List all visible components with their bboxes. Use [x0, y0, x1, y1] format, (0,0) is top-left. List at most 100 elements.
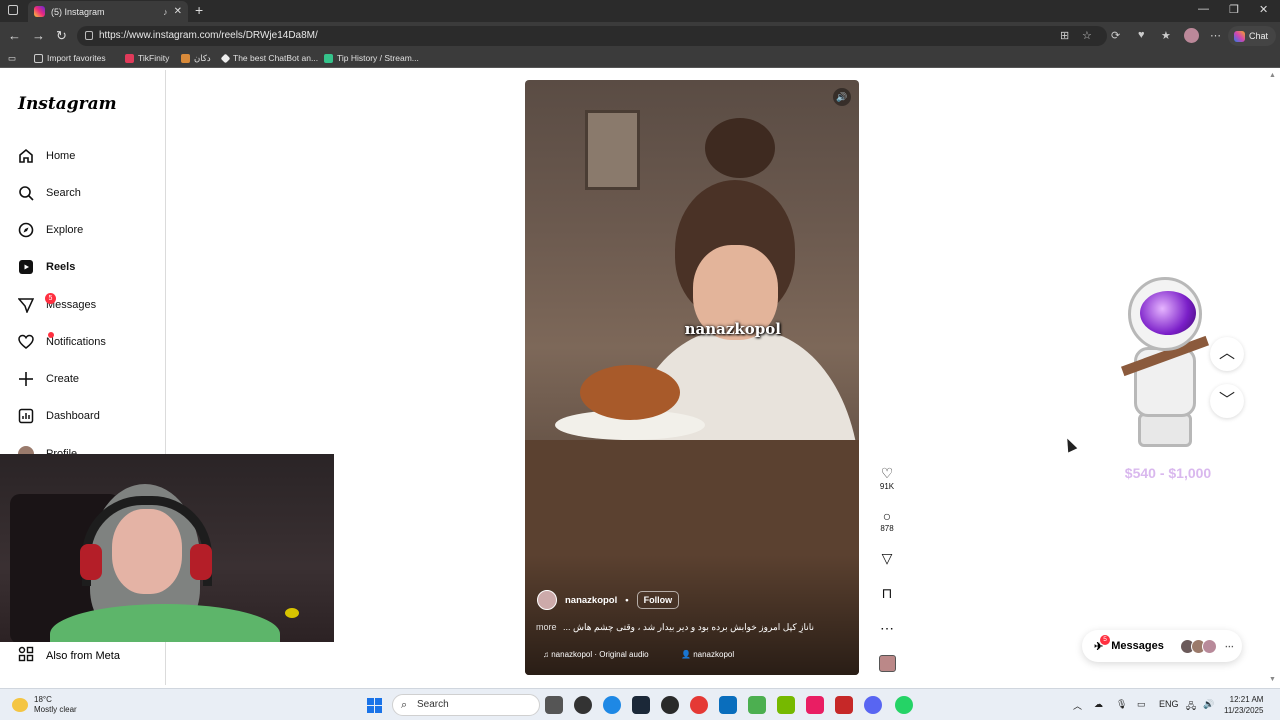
comment-button[interactable]: ○ 878 — [875, 508, 899, 533]
messenger-icon — [17, 297, 35, 315]
search-icon — [18, 185, 34, 201]
mute-toggle-icon[interactable]: 🔊 — [833, 88, 851, 106]
tiktok-live-icon[interactable] — [806, 696, 824, 714]
bookmark-chatbot[interactable]: The best ChatBot an... — [220, 53, 318, 63]
taskbar-search[interactable]: ⌕ Search — [392, 694, 540, 716]
app-icon[interactable] — [748, 696, 766, 714]
previous-reel-button[interactable]: ︿ — [1210, 337, 1244, 371]
sidebar-item-messages[interactable]: 5 Messages — [17, 293, 96, 315]
sidebar-item-create[interactable]: Create — [18, 371, 79, 387]
copilot-chat-button[interactable]: Chat — [1228, 26, 1276, 46]
sidebar-item-label: Home — [46, 150, 76, 162]
sidebar-item-dashboard[interactable]: Dashboard — [18, 408, 100, 424]
app-available-icon[interactable]: ⊞ — [1060, 29, 1069, 42]
app-icon[interactable] — [835, 696, 853, 714]
webcam-headset-ear — [190, 544, 212, 580]
task-view-icon[interactable] — [545, 696, 563, 714]
sidebar-item-home[interactable]: Home — [18, 148, 75, 164]
sidebar-item-search[interactable]: Search — [18, 185, 81, 201]
back-button[interactable]: ← — [8, 28, 21, 43]
bookmark-import-favorites[interactable]: Import favorites — [34, 53, 106, 63]
obs-icon[interactable] — [574, 696, 592, 714]
show-hidden-icons[interactable]: ︿ — [1073, 699, 1082, 712]
edge-icon[interactable] — [603, 696, 621, 714]
bookmarks-bar: ▭ Import favorites TikFinity دکان The be… — [0, 50, 1280, 68]
share-button[interactable]: ▽ — [875, 550, 899, 567]
sidebar-item-also-from-meta[interactable]: Also from Meta — [18, 646, 120, 665]
language-indicator[interactable]: ENG — [1159, 699, 1179, 709]
tagged-username: nanazkopol — [693, 650, 735, 659]
messages-pill-button[interactable]: ✈ 5 Messages ⋯ — [1082, 630, 1242, 662]
onedrive-icon[interactable]: ☁ — [1094, 699, 1103, 710]
discord-icon[interactable] — [864, 696, 882, 714]
app-icon[interactable] — [661, 696, 679, 714]
refresh-button[interactable]: ↻ — [56, 28, 67, 44]
weather-text: 18°C Mostly clear — [34, 695, 77, 715]
plus-icon — [18, 371, 34, 387]
url-input[interactable]: https://www.instagram.com/reels/DRWje14D… — [77, 26, 1107, 46]
store-icon[interactable] — [719, 696, 737, 714]
sidebar-item-explore[interactable]: Explore — [18, 222, 83, 238]
reel-video[interactable]: nanazkopol 🔊 nanazkopol • Follow more ..… — [525, 80, 859, 675]
instagram-logo[interactable]: Instagram — [18, 94, 117, 114]
performance-icon[interactable]: ♥ — [1138, 29, 1145, 41]
reel-author: nanazkopol • Follow — [537, 590, 680, 610]
url-text: https://www.instagram.com/reels/DRWje14D… — [99, 30, 318, 41]
tab-audio-icon[interactable]: ♪ — [163, 7, 168, 17]
tab-actions-icon[interactable] — [8, 5, 18, 15]
author-avatar[interactable] — [537, 590, 557, 610]
author-username[interactable]: nanazkopol — [565, 595, 617, 606]
maximize-button[interactable]: ❐ — [1229, 3, 1239, 16]
browser-tab-instagram[interactable]: (5) Instagram ♪ ✕ — [28, 1, 188, 22]
whatsapp-icon[interactable] — [895, 696, 913, 714]
start-button[interactable] — [367, 698, 382, 713]
network-icon[interactable]: 🖧 — [1186, 699, 1196, 715]
follow-button[interactable]: Follow — [636, 591, 680, 609]
volume-icon[interactable]: 🔊 — [1203, 699, 1214, 710]
display-icon[interactable]: ▭ — [1137, 699, 1146, 710]
webcam-overlay — [0, 454, 334, 642]
weather-condition: Mostly clear — [34, 705, 77, 714]
weather-widget[interactable]: 18°C Mostly clear — [12, 695, 77, 715]
scroll-up-arrow[interactable]: ▲ — [1269, 72, 1276, 79]
favorite-star-icon[interactable]: ☆ — [1082, 29, 1092, 42]
sidebar-item-notifications[interactable]: Notifications — [18, 332, 106, 350]
site-info-icon[interactable] — [85, 31, 93, 40]
reel-audio-link[interactable]: ♫ nanazkopol · Original audio — [543, 650, 649, 659]
bookmark-tip-history[interactable]: Tip History / Stream... — [324, 53, 419, 63]
chrome-icon[interactable] — [690, 696, 708, 714]
steam-icon[interactable] — [632, 696, 650, 714]
comment-icon: ○ — [882, 508, 892, 524]
close-tab-icon[interactable]: ✕ — [174, 6, 182, 17]
more-icon: ⋯ — [1224, 640, 1234, 651]
webcam-headset-ear — [80, 544, 102, 580]
taskbar-clock[interactable]: 12:21 AM 11/23/2025 — [1224, 694, 1263, 716]
sidebar-item-reels[interactable]: Reels — [18, 259, 75, 275]
bookmark-tikfinity[interactable]: TikFinity — [125, 53, 169, 63]
caption-more[interactable]: more — [536, 622, 557, 632]
windows-logo-pane — [375, 698, 382, 705]
favorites-icon[interactable]: ★ — [1161, 29, 1171, 42]
new-tab-button[interactable]: + — [195, 2, 203, 18]
bookmark-dokan[interactable]: دکان — [181, 53, 211, 64]
reel-tagged-user[interactable]: 👤 nanazkopol — [681, 650, 734, 659]
profile-avatar[interactable] — [1184, 28, 1199, 43]
microphone-icon[interactable]: 🎙 — [1116, 699, 1127, 710]
save-button[interactable]: ⊓ — [875, 585, 899, 602]
more-options-button[interactable]: ⋯ — [875, 620, 899, 637]
chatbot-icon — [220, 53, 231, 63]
like-button[interactable]: ♡ 91K — [875, 465, 899, 491]
comment-count: 878 — [880, 524, 894, 533]
forward-button[interactable]: → — [32, 28, 45, 43]
send-icon: ▽ — [881, 550, 893, 566]
close-window-button[interactable]: ✕ — [1259, 3, 1268, 16]
next-reel-button[interactable]: ﹀ — [1210, 384, 1244, 418]
nvidia-icon[interactable] — [777, 696, 795, 714]
scroll-down-arrow[interactable]: ▼ — [1269, 676, 1276, 683]
minimize-button[interactable]: — — [1198, 3, 1209, 15]
extensions-icon[interactable]: ⟳ — [1111, 29, 1120, 42]
audio-thumbnail[interactable] — [879, 655, 896, 672]
more-menu-icon[interactable]: ⋯ — [1210, 29, 1221, 42]
bookmarks-menu-icon[interactable]: ▭ — [8, 53, 16, 64]
reel-caption[interactable]: more ... نانازِ کپل امروز خوابش برده بود… — [536, 622, 836, 633]
